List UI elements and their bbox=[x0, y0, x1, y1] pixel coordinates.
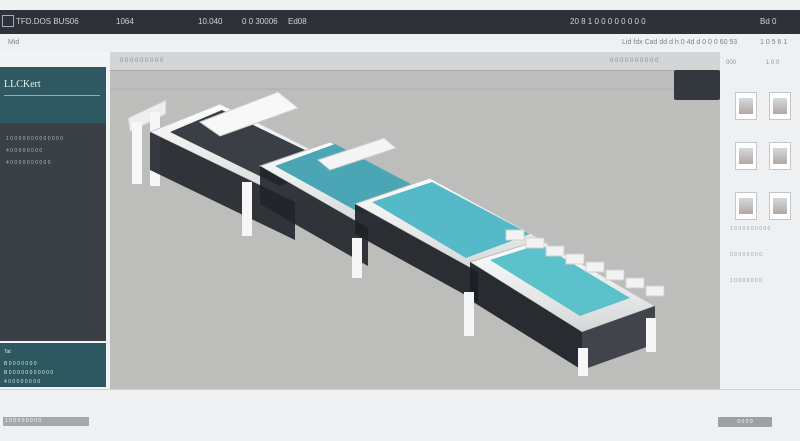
subbar-left-label: Mid bbox=[8, 39, 20, 46]
thumbnail-4[interactable] bbox=[769, 142, 791, 170]
window-top-strip bbox=[0, 0, 800, 10]
conveyor-main bbox=[148, 103, 657, 370]
right-panel-labels: 1 0 0 0 0 0 0 0 0 0 0 0 0 0 0 0 0 0 1 0 … bbox=[730, 226, 795, 296]
thumbnail-3[interactable] bbox=[735, 142, 757, 170]
floating-panel bbox=[674, 70, 720, 100]
header-right-text: 20 8 1 0 0 0 0 0 0 0 0 bbox=[570, 17, 646, 26]
progress-label: 1 0 0 0 0 0 0 0 0 bbox=[5, 418, 42, 424]
left-item-1[interactable]: 1 0 0 0 0 0 0 0 0 0 0 0 0 0 bbox=[6, 136, 63, 142]
left-bottom-panel: Tat B 0 0 0 0 0 0 0 B 0 0 0 0 0 0 0 0 0 … bbox=[0, 343, 106, 387]
right-label-1: 1 0 0 0 0 0 0 0 0 0 bbox=[730, 226, 771, 232]
sub-toolbar: Mid Lid fdx Cad dd d h 0 4d d 0 0 0 60 5… bbox=[0, 34, 800, 53]
status-bar bbox=[0, 389, 800, 441]
thumbnail-6[interactable] bbox=[769, 192, 791, 220]
header-right-icon[interactable]: Bd 0 bbox=[760, 17, 776, 26]
app-logo-icon bbox=[2, 15, 14, 27]
canvas-toolbar-left: 0 0 0 0 0 0 0 0 0 bbox=[120, 58, 164, 64]
thumbnail-grid bbox=[735, 92, 795, 222]
menu-item-3[interactable]: 0 0 30006 bbox=[242, 17, 278, 26]
conveyor-model bbox=[110, 88, 720, 376]
thumbnail-2[interactable] bbox=[769, 92, 791, 120]
right-header-action[interactable]: 1 0 0 bbox=[766, 60, 779, 66]
left-bottom-item-2[interactable]: B 0 0 0 0 0 0 0 0 0 0 0 bbox=[4, 370, 53, 376]
left-panel-header: LLCKert bbox=[0, 67, 106, 123]
left-item-3[interactable]: 4 0 0 0 0 0 0 0 0 0 0 bbox=[6, 160, 50, 166]
left-bottom-item-1[interactable]: B 0 0 0 0 0 0 0 bbox=[4, 361, 37, 367]
thumbnail-1[interactable] bbox=[735, 92, 757, 120]
menu-item-4[interactable]: Ed08 bbox=[288, 17, 307, 26]
canvas-toolbar: 0 0 0 0 0 0 0 0 0 0 0 0 0 0 0 0 0 0 0 bbox=[110, 52, 720, 71]
left-panel-title: LLCKert bbox=[4, 79, 41, 90]
menu-item-1[interactable]: 1064 bbox=[116, 17, 134, 26]
subbar-right-label: 1 0 5 6 1 bbox=[760, 39, 788, 46]
right-label-2: 0 0 0 0 0 0 0 0 bbox=[730, 252, 762, 258]
right-header-label: 000 bbox=[726, 60, 737, 66]
ok-button[interactable]: 0 0 0 0 bbox=[718, 417, 772, 427]
menu-item-2[interactable]: 10.040 bbox=[198, 17, 222, 26]
left-bottom-item-3[interactable]: 4 0 0 0 0 0 0 0 0 bbox=[4, 379, 40, 385]
subbar-center-label: Lid fdx Cad dd d h 0 4d d 0 0 0 60 53 bbox=[622, 39, 738, 46]
right-panel-header: 000 1 0 0 bbox=[726, 60, 800, 78]
app-title: TFD.DOS BUS06 bbox=[16, 17, 79, 26]
model-canvas[interactable] bbox=[110, 52, 720, 389]
left-bottom-title: Tat bbox=[4, 349, 11, 355]
app-header: TFD.DOS BUS06 1064 10.040 0 0 30006 Ed08… bbox=[0, 10, 800, 34]
thumbnail-5[interactable] bbox=[735, 192, 757, 220]
left-panel-divider bbox=[4, 95, 100, 96]
right-label-3: 1 0 0 0 0 0 0 0 bbox=[730, 278, 762, 284]
left-item-2[interactable]: 4 0 0 0 0 0 0 0 0 bbox=[6, 148, 42, 154]
canvas-toolbar-right: 0 0 0 0 0 0 0 0 0 0 bbox=[610, 58, 659, 64]
